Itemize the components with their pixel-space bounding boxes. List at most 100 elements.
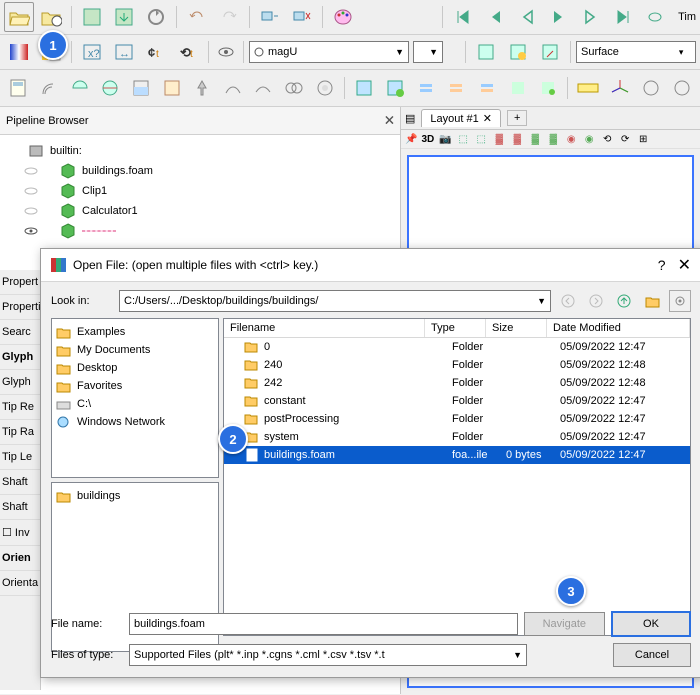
rescale-button[interactable]: x? xyxy=(77,37,107,67)
save-data-button[interactable] xyxy=(109,2,139,32)
nav-back-button[interactable] xyxy=(557,290,579,312)
hover-tool-2[interactable] xyxy=(442,73,471,103)
shortcut-favorites[interactable]: Favorites xyxy=(56,377,214,395)
ico-9[interactable]: ⊞ xyxy=(636,132,650,146)
eye-icon[interactable] xyxy=(24,184,38,198)
recent-item[interactable]: buildings xyxy=(56,487,214,505)
tree-item-clip[interactable]: Clip1 xyxy=(0,181,400,201)
ico-8[interactable]: ⟳ xyxy=(618,132,632,146)
shortcut-examples[interactable]: Examples xyxy=(56,323,214,341)
file-row[interactable]: 240Folder05/09/2022 12:48 xyxy=(224,356,690,374)
pin-icon[interactable]: 📌 xyxy=(405,134,417,145)
zoom-icon[interactable]: ⬚ xyxy=(474,132,488,146)
reset-icon[interactable]: ⬚ xyxy=(456,132,470,146)
rescale-temporal-button[interactable]: ⟲t xyxy=(173,37,203,67)
visibility-button[interactable] xyxy=(214,40,238,64)
help-button[interactable]: ? xyxy=(658,257,666,273)
ico-1[interactable]: ▓ xyxy=(492,132,506,146)
tree-item-builtin[interactable]: builtin: xyxy=(0,141,400,161)
cancel-button[interactable]: Cancel xyxy=(613,643,691,667)
camera-x-button[interactable] xyxy=(637,73,666,103)
file-row[interactable]: buildings.foamfoa...ile0 bytes05/09/2022… xyxy=(224,446,690,464)
extract-selection-button[interactable] xyxy=(471,37,501,67)
file-row[interactable]: 242Folder05/09/2022 12:48 xyxy=(224,374,690,392)
slice-filter-button[interactable] xyxy=(96,73,125,103)
file-row[interactable]: systemFolder05/09/2022 12:47 xyxy=(224,428,690,446)
contour-filter-button[interactable] xyxy=(35,73,64,103)
rescale-visible-button[interactable]: ¢t xyxy=(141,37,171,67)
color-map-button[interactable] xyxy=(4,37,34,67)
group-filter-button[interactable] xyxy=(280,73,309,103)
ruler-button[interactable] xyxy=(573,73,602,103)
eye-icon[interactable] xyxy=(24,164,38,178)
tree-item-foam[interactable]: buildings.foam xyxy=(0,161,400,181)
ok-button[interactable]: OK xyxy=(611,611,691,637)
pipeline-close-icon[interactable]: 🗙 xyxy=(385,110,394,131)
last-frame-button[interactable] xyxy=(608,2,638,32)
play-back-button[interactable] xyxy=(512,2,542,32)
layout-menu-icon[interactable]: ▤ xyxy=(405,112,415,125)
col-date[interactable]: Date Modified xyxy=(547,319,690,337)
next-frame-button[interactable] xyxy=(576,2,606,32)
ico-4[interactable]: ▓ xyxy=(546,132,560,146)
calculator-filter-button[interactable] xyxy=(4,73,33,103)
extract-filter-button[interactable] xyxy=(157,73,186,103)
camera-icon[interactable]: 📷 xyxy=(438,132,452,146)
hover-tool-4[interactable] xyxy=(503,73,532,103)
ico-3[interactable]: ▓ xyxy=(528,132,542,146)
tab-close-icon[interactable]: ✕ xyxy=(483,112,492,125)
hover-tool-1[interactable] xyxy=(411,73,440,103)
play-button[interactable] xyxy=(544,2,574,32)
file-list[interactable]: Filename Type Size Date Modified 0Folder… xyxy=(223,318,691,636)
nav-up-button[interactable] xyxy=(613,290,635,312)
layout-tab[interactable]: Layout #1 ✕ xyxy=(421,109,501,127)
first-frame-button[interactable] xyxy=(448,2,478,32)
open-button[interactable] xyxy=(4,2,34,32)
col-size[interactable]: Size xyxy=(486,319,547,337)
ico-6[interactable]: ◉ xyxy=(582,132,596,146)
nav-forward-button[interactable] xyxy=(585,290,607,312)
shortcut-desktop[interactable]: Desktop xyxy=(56,359,214,377)
load-palette-button[interactable] xyxy=(328,2,358,32)
prev-frame-button[interactable] xyxy=(480,2,510,32)
reload-button[interactable] xyxy=(141,2,171,32)
axes-button[interactable] xyxy=(606,73,635,103)
color-by-combo[interactable]: magU ▼ xyxy=(249,41,409,63)
navigate-button[interactable]: Navigate xyxy=(524,612,605,636)
eye-icon[interactable] xyxy=(24,224,38,238)
selection-tool-1[interactable] xyxy=(350,73,379,103)
hover-tool-5[interactable] xyxy=(534,73,563,103)
extract-group-button[interactable] xyxy=(310,73,339,103)
eye-icon[interactable] xyxy=(24,204,38,218)
camera-y-button[interactable] xyxy=(667,73,696,103)
view-3d-label[interactable]: 3D xyxy=(421,134,434,145)
ico-7[interactable]: ⟲ xyxy=(600,132,614,146)
loop-button[interactable] xyxy=(640,2,670,32)
stream-tracer-button[interactable] xyxy=(218,73,247,103)
disconnect-button[interactable] xyxy=(287,2,317,32)
save-state-button[interactable] xyxy=(77,2,107,32)
shortcut-mydocs[interactable]: My Documents xyxy=(56,341,214,359)
undo-button[interactable] xyxy=(182,2,212,32)
tree-item-selected[interactable] xyxy=(0,221,400,241)
representation-combo[interactable]: Surface ▾ xyxy=(576,41,696,63)
hover-tool-3[interactable] xyxy=(473,73,502,103)
files-of-type-combo[interactable]: Supported Files (plt* *.inp *.cgns *.cml… xyxy=(129,644,527,666)
shortcut-network[interactable]: Windows Network xyxy=(56,413,214,431)
file-row[interactable]: 0Folder05/09/2022 12:47 xyxy=(224,338,690,356)
shortcuts-list[interactable]: Examples My Documents Desktop Favorites … xyxy=(51,318,219,478)
redo-button[interactable] xyxy=(214,2,244,32)
selection-tool-2[interactable] xyxy=(381,73,410,103)
col-filename[interactable]: Filename xyxy=(224,319,425,337)
add-tab-button[interactable]: + xyxy=(507,110,527,126)
ico-5[interactable]: ◉ xyxy=(564,132,578,146)
look-in-combo[interactable]: C:/Users/.../Desktop/buildings/buildings… xyxy=(119,290,551,312)
find-data-button[interactable] xyxy=(535,37,565,67)
file-row[interactable]: constantFolder05/09/2022 12:47 xyxy=(224,392,690,410)
clip-filter-button[interactable] xyxy=(65,73,94,103)
file-name-input[interactable]: buildings.foam xyxy=(129,613,518,635)
shortcut-cdrive[interactable]: C:\ xyxy=(56,395,214,413)
close-button[interactable]: ✕ xyxy=(678,255,691,275)
col-type[interactable]: Type xyxy=(425,319,486,337)
ico-2[interactable]: ▓ xyxy=(510,132,524,146)
